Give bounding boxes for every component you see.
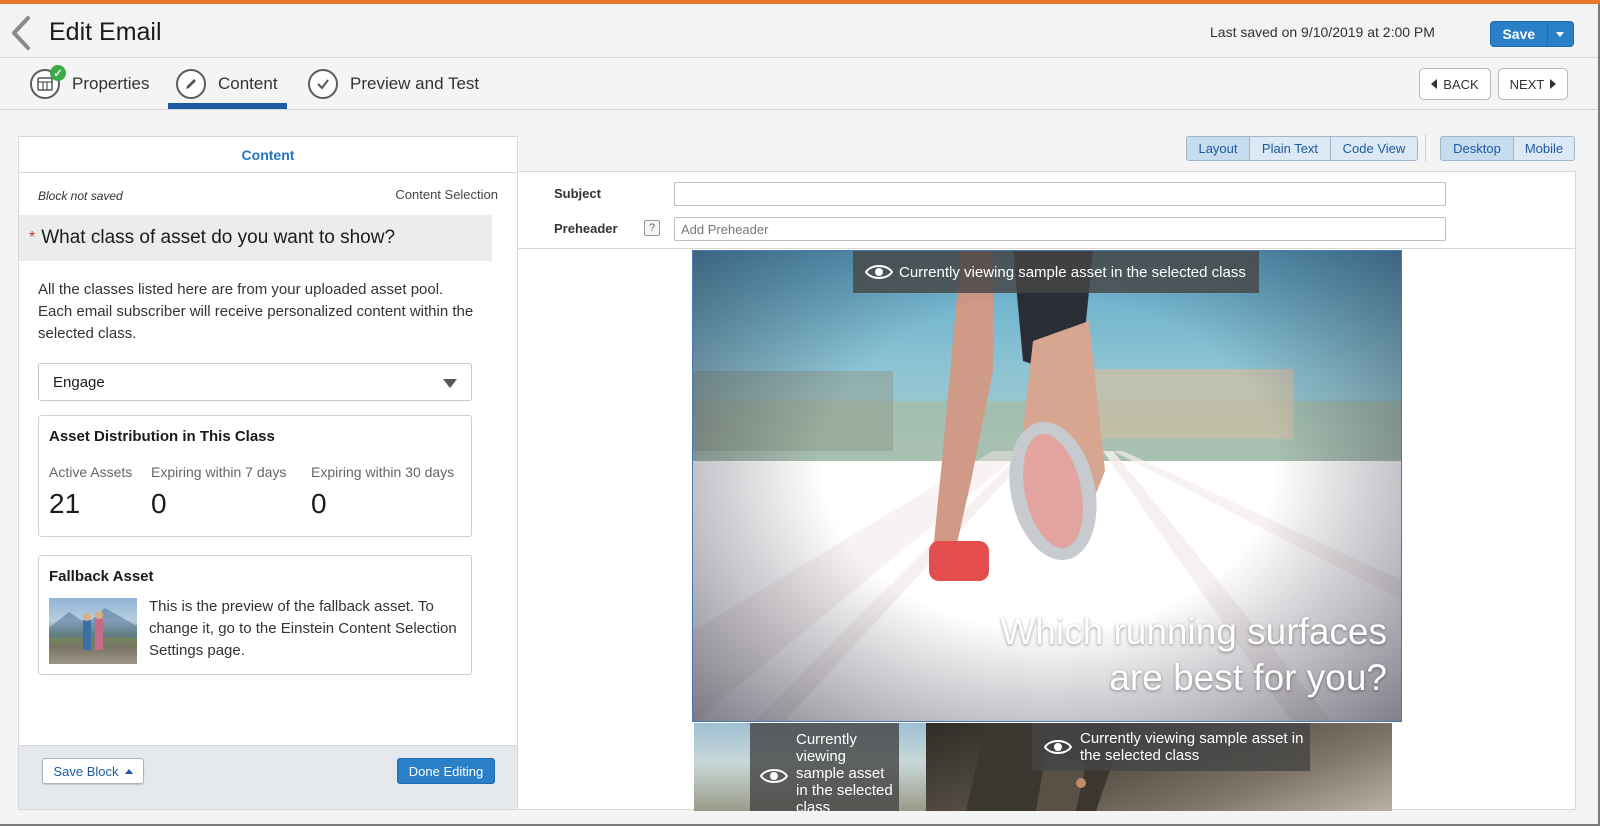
class-description: All the classes listed here are from you… [38,281,474,342]
back-button-label: BACK [1443,76,1479,92]
panel-heading: Content [19,137,517,173]
save-button[interactable]: Save [1491,22,1548,46]
eye-icon [1044,740,1072,754]
grid-icon: ✓ [30,65,66,99]
stat-active-assets: Active Assets 21 [49,464,132,520]
eye-icon [760,769,788,783]
triangle-left-icon [1431,79,1438,89]
stat-value: 21 [49,488,81,519]
chevron-down-icon [443,379,457,388]
help-icon[interactable]: ? [644,220,660,236]
asset-class-select[interactable]: Engage [38,363,472,401]
chevron-up-icon [124,768,133,774]
question-text: What class of asset do you want to show? [41,227,396,248]
step-tabs: ✓ Properties Content Preview and Test BA… [0,58,1598,110]
email-canvas: Subject Preheader ? Add Preheader Curren… [518,171,1576,811]
fallback-thumbnail [49,598,137,664]
panel-footer: Save Block Done Editing [19,745,517,809]
next-button[interactable]: NEXT [1498,68,1568,100]
tab-preview-and-test[interactable]: Preview and Test [308,58,479,110]
banner-text: Currently viewing sample asset in the se… [899,263,1246,281]
stat-expiring-30-days: Expiring within 30 days 0 [311,464,454,520]
stat-expiring-7-days: Expiring within 7 days 0 [151,464,286,520]
subject-input[interactable] [674,182,1446,206]
banner-text: Currently viewing sample asset in the se… [796,731,893,811]
required-marker: * [29,229,36,246]
selected-class: Engage [53,373,105,391]
back-chevron-icon[interactable] [8,14,34,52]
subject-label: Subject [554,186,601,201]
fallback-asset-card: Fallback Asset This is the preview of th… [38,555,472,675]
preheader-input[interactable]: Add Preheader [674,217,1446,241]
sample-asset-banner: Currently viewing sample asset in the se… [853,251,1259,293]
card-title: Asset Distribution in This Class [49,428,275,445]
next-button-label: NEXT [1509,76,1545,92]
tab-label: Properties [72,74,150,93]
done-editing-button[interactable]: Done Editing [397,758,495,784]
device-toggle: Desktop Mobile [1440,136,1575,161]
section-label: Content Selection [395,187,498,202]
chevron-down-icon [1556,31,1565,37]
content-panel: Content Block not saved Content Selectio… [18,136,518,810]
divider [518,248,1576,249]
sub-image-left[interactable]: Currently viewing sample asset in the se… [694,723,926,811]
triangle-right-icon [1550,79,1557,89]
check-icon [308,69,338,99]
hero-heading: Which running surfaces are best for you? [1000,611,1387,698]
stat-value: 0 [151,488,167,519]
tab-properties[interactable]: ✓ Properties [30,58,149,110]
toolbar-divider [1425,134,1426,162]
mobile-view-button[interactable]: Mobile [1513,136,1575,161]
tab-label: Preview and Test [350,74,480,93]
view-mode-toggle: Layout Plain Text Code View [1186,136,1418,161]
banner-text: Currently viewing sample asset in the se… [1080,730,1304,764]
sample-asset-banner: Currently viewing sample asset in the se… [750,723,899,811]
preheader-label: Preheader [554,221,618,236]
last-saved-text: Last saved on 9/10/2019 at 2:00 PM [1210,24,1435,40]
plain-text-view-button[interactable]: Plain Text [1249,136,1331,161]
code-view-button[interactable]: Code View [1330,136,1418,161]
save-button-group: Save [1490,21,1574,47]
sub-image-right[interactable]: Currently viewing sample asset in the se… [926,723,1392,811]
back-button[interactable]: BACK [1419,68,1491,100]
save-dropdown-button[interactable] [1548,22,1573,46]
stat-label: Expiring within 7 days [151,464,287,480]
block-status: Block not saved [38,189,123,203]
layout-view-button[interactable]: Layout [1186,136,1250,161]
page-title: Edit Email [49,18,162,46]
sample-asset-banner: Currently viewing sample asset in the se… [1032,723,1310,771]
stat-value: 0 [311,488,327,519]
pencil-icon [176,69,206,99]
desktop-view-button[interactable]: Desktop [1440,136,1514,161]
stat-label: Active Assets [49,464,133,480]
hero-image-block[interactable]: Currently viewing sample asset in the se… [692,250,1402,722]
header: Edit Email Last saved on 9/10/2019 at 2:… [0,4,1598,58]
card-title: Fallback Asset [49,568,154,585]
tab-label: Content [218,74,278,93]
active-tab-indicator [168,103,287,109]
completed-check-icon: ✓ [50,65,66,81]
save-block-label: Save Block [53,763,119,779]
eye-icon [865,265,893,279]
stat-label: Expiring within 30 days [311,464,455,480]
fallback-description: This is the preview of the fallback asse… [149,598,457,659]
question-heading: * What class of asset do you want to sho… [19,215,492,261]
asset-distribution-card: Asset Distribution in This Class Active … [38,415,472,537]
save-block-button[interactable]: Save Block [42,758,144,784]
